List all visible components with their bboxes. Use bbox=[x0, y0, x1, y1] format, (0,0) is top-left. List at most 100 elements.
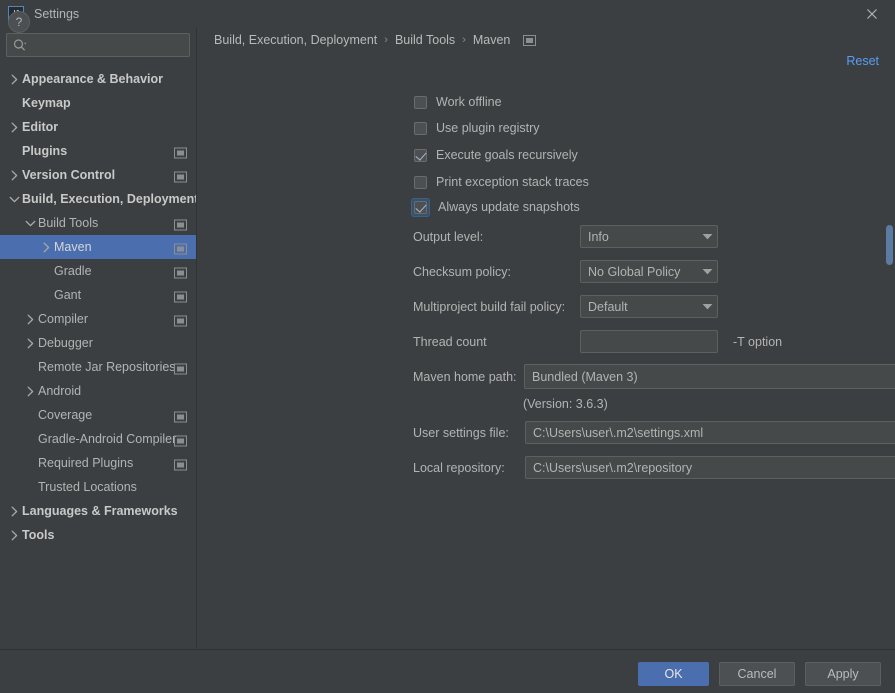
reset-link[interactable]: Reset bbox=[846, 54, 879, 68]
ok-button[interactable]: OK bbox=[638, 662, 709, 686]
sidebar-item-android[interactable]: Android bbox=[0, 379, 196, 403]
chevron-down-icon bbox=[697, 233, 717, 240]
maven-home-path-label: Maven home path: bbox=[413, 370, 517, 384]
checksum-policy-label: Checksum policy: bbox=[413, 265, 511, 279]
sidebar-item-gradle[interactable]: Gradle bbox=[0, 259, 196, 283]
checkbox-use-plugin-registry[interactable] bbox=[414, 122, 427, 135]
sidebar-item-coverage[interactable]: Coverage bbox=[0, 403, 196, 427]
content-scrollbar-thumb[interactable] bbox=[886, 225, 893, 265]
settings-sidebar: Appearance & Behavior KeymapEditor Plugins… bbox=[0, 28, 197, 648]
sidebar-item-compiler[interactable]: Compiler bbox=[0, 307, 196, 331]
output-level-dropdown[interactable]: Info bbox=[580, 225, 718, 248]
checkbox-label-always-update-snapshots: Always update snapshots bbox=[438, 200, 580, 214]
breadcrumb-separator-icon: › bbox=[462, 35, 466, 46]
output-level-label: Output level: bbox=[413, 230, 483, 244]
sidebar-item-remote-jar-repositories[interactable]: Remote Jar Repositories bbox=[0, 355, 196, 379]
checkbox-execute-goals-recursively[interactable] bbox=[414, 149, 427, 162]
sidebar-item-label: Remote Jar Repositories bbox=[38, 360, 176, 374]
sidebar-item-trusted-locations[interactable]: Trusted Locations bbox=[0, 475, 196, 499]
project-settings-icon bbox=[174, 314, 187, 325]
user-settings-file-value: C:\Users\user\.m2\settings.xml bbox=[526, 426, 895, 440]
tree-spacer bbox=[38, 287, 54, 303]
chevron-down-icon[interactable] bbox=[22, 215, 38, 231]
chevron-right-icon[interactable] bbox=[6, 503, 22, 519]
help-button[interactable]: ? bbox=[8, 11, 30, 33]
project-settings-icon bbox=[174, 146, 187, 157]
chevron-right-icon[interactable] bbox=[22, 383, 38, 399]
sidebar-item-plugins[interactable]: Plugins bbox=[0, 139, 196, 163]
sidebar-item-label: Appearance & Behavior bbox=[22, 72, 163, 86]
fail-policy-value: Default bbox=[581, 300, 697, 314]
sidebar-item-editor[interactable]: Editor bbox=[0, 115, 196, 139]
sidebar-item-label: Compiler bbox=[38, 312, 88, 326]
sidebar-item-debugger[interactable]: Debugger bbox=[0, 331, 196, 355]
sidebar-item-label: Languages & Frameworks bbox=[22, 504, 178, 518]
project-settings-icon bbox=[174, 170, 187, 181]
fail-policy-label: Multiproject build fail policy: bbox=[413, 300, 565, 314]
breadcrumb-item[interactable]: Build, Execution, Deployment bbox=[214, 33, 377, 47]
checkbox-row-execute-goals-recursively[interactable]: Execute goals recursively bbox=[414, 145, 578, 165]
focus-ring bbox=[411, 198, 430, 217]
chevron-right-icon[interactable] bbox=[38, 239, 54, 255]
checkbox-row-work-offline[interactable]: Work offline bbox=[414, 92, 502, 112]
checkbox-always-update-snapshots[interactable] bbox=[414, 201, 427, 214]
chevron-right-icon[interactable] bbox=[6, 527, 22, 543]
sidebar-item-label: Plugins bbox=[22, 144, 67, 158]
checksum-policy-dropdown[interactable]: No Global Policy bbox=[580, 260, 718, 283]
thread-count-label: Thread count bbox=[413, 335, 487, 349]
sidebar-item-build-execution-deployment[interactable]: Build, Execution, Deployment bbox=[0, 187, 196, 211]
settings-dialog: Settings Appearance & BehaviorKeymapEdit… bbox=[0, 0, 895, 693]
sidebar-item-version-control[interactable]: Version Control bbox=[0, 163, 196, 187]
sidebar-item-languages-frameworks[interactable]: Languages & Frameworks bbox=[0, 499, 196, 523]
sidebar-item-label: Debugger bbox=[38, 336, 93, 350]
checkbox-label-use-plugin-registry: Use plugin registry bbox=[436, 121, 540, 135]
tree-spacer bbox=[6, 143, 22, 159]
fail-policy-dropdown[interactable]: Default bbox=[580, 295, 718, 318]
project-settings-icon bbox=[174, 410, 187, 421]
checkbox-label-execute-goals-recursively: Execute goals recursively bbox=[436, 148, 578, 162]
checkbox-work-offline[interactable] bbox=[414, 96, 427, 109]
project-settings-icon bbox=[174, 458, 187, 469]
sidebar-item-gant[interactable]: Gant bbox=[0, 283, 196, 307]
sidebar-item-tools[interactable]: Tools bbox=[0, 523, 196, 547]
chevron-down-icon bbox=[697, 268, 717, 275]
thread-count-hint: -T option bbox=[733, 335, 782, 349]
user-settings-file-input[interactable]: C:\Users\user\.m2\settings.xml bbox=[525, 421, 895, 444]
sidebar-item-label: Maven bbox=[54, 240, 92, 254]
checkbox-row-print-exception-stack-traces[interactable]: Print exception stack traces bbox=[414, 172, 589, 192]
checkbox-row-always-update-snapshots[interactable]: Always update snapshots bbox=[414, 197, 580, 217]
sidebar-item-keymap[interactable]: Keymap bbox=[0, 91, 196, 115]
checkbox-label-print-exception-stack-traces: Print exception stack traces bbox=[436, 175, 589, 189]
chevron-right-icon[interactable] bbox=[6, 71, 22, 87]
sidebar-item-appearance-behavior[interactable]: Appearance & Behavior bbox=[0, 67, 196, 91]
sidebar-item-maven[interactable]: Maven bbox=[0, 235, 196, 259]
chevron-right-icon[interactable] bbox=[22, 335, 38, 351]
cancel-button[interactable]: Cancel bbox=[719, 662, 795, 686]
sidebar-item-required-plugins[interactable]: Required Plugins bbox=[0, 451, 196, 475]
chevron-down-icon bbox=[697, 303, 717, 310]
apply-button[interactable]: Apply bbox=[805, 662, 881, 686]
sidebar-item-label: Coverage bbox=[38, 408, 92, 422]
chevron-right-icon[interactable] bbox=[22, 311, 38, 327]
breadcrumb-item[interactable]: Maven bbox=[473, 33, 511, 47]
search-area bbox=[0, 28, 196, 57]
search-input[interactable] bbox=[27, 38, 194, 52]
thread-count-input[interactable] bbox=[580, 330, 718, 353]
maven-home-path-value: Bundled (Maven 3) bbox=[525, 370, 895, 384]
maven-home-path-dropdown[interactable]: Bundled (Maven 3) bbox=[524, 364, 895, 389]
checkbox-row-use-plugin-registry[interactable]: Use plugin registry bbox=[414, 118, 540, 138]
chevron-right-icon[interactable] bbox=[6, 167, 22, 183]
sidebar-item-gradle-android-compiler[interactable]: Gradle-Android Compiler bbox=[0, 427, 196, 451]
tree-spacer bbox=[22, 407, 38, 423]
tree-spacer bbox=[22, 359, 38, 375]
sidebar-item-build-tools[interactable]: Build Tools bbox=[0, 211, 196, 235]
search-box[interactable] bbox=[6, 33, 190, 57]
checkbox-print-exception-stack-traces[interactable] bbox=[414, 176, 427, 189]
breadcrumb-item[interactable]: Build Tools bbox=[395, 33, 455, 47]
close-button[interactable] bbox=[849, 0, 895, 28]
sidebar-item-label: Build Tools bbox=[38, 216, 98, 230]
local-repository-input[interactable]: C:\Users\user\.m2\repository bbox=[525, 456, 895, 479]
user-settings-file-label: User settings file: bbox=[413, 426, 509, 440]
chevron-right-icon[interactable] bbox=[6, 119, 22, 135]
chevron-down-icon[interactable] bbox=[6, 191, 22, 207]
